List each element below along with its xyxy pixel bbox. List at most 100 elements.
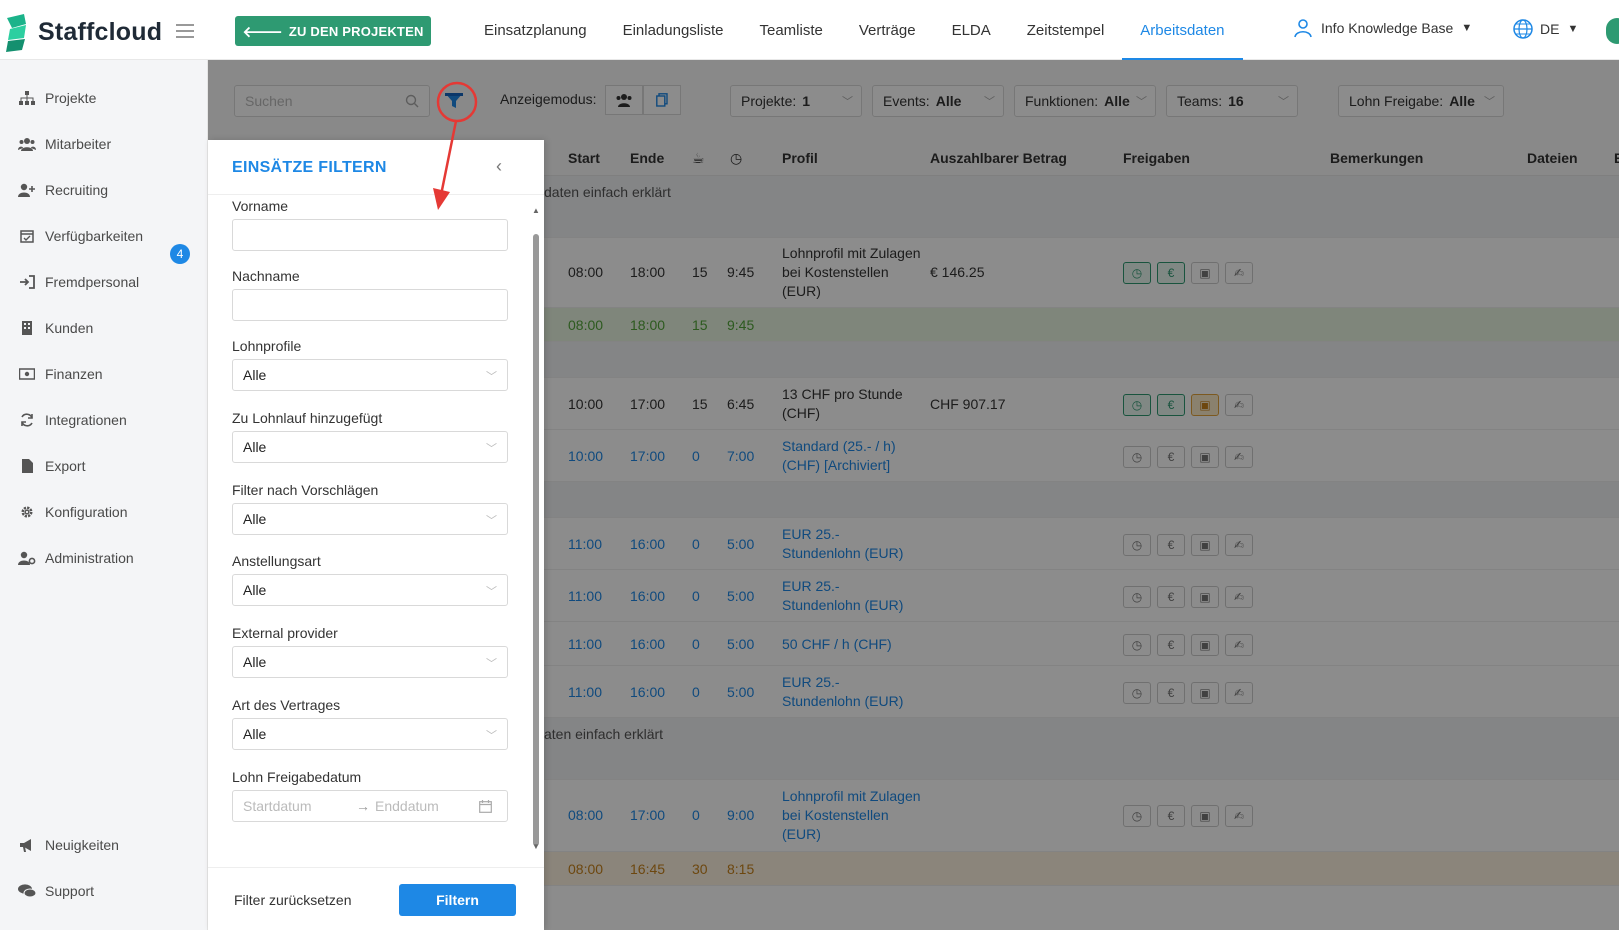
- wage-profiles-label: Lohnprofile: [232, 338, 302, 354]
- sitemap-icon: [18, 89, 36, 107]
- nav-vertraege[interactable]: Verträge: [841, 0, 934, 60]
- wage-profiles-select[interactable]: Alle ﹀: [232, 359, 508, 391]
- sign-in-icon: [18, 273, 36, 291]
- brand-name: Staffcloud: [38, 17, 163, 46]
- filter-panel: EINSÄTZE FILTERN ‹ Vorname Nachname Lohn…: [208, 140, 544, 930]
- sidebar-item-label: Support: [45, 883, 95, 899]
- sidebar-item-label: Kunden: [45, 320, 94, 336]
- first-name-label: Vorname: [232, 198, 289, 214]
- money-icon: [18, 365, 36, 383]
- sidebar-item-verfuegbarkeiten[interactable]: Verfügbarkeiten: [18, 224, 143, 248]
- chevron-down-icon: ﹀: [486, 730, 497, 742]
- users-icon: [18, 135, 36, 153]
- payroll-select[interactable]: Alle ﹀: [232, 431, 508, 463]
- panel-scrollbar[interactable]: ▲ ▼: [532, 206, 540, 856]
- sidebar-item-neuigkeiten[interactable]: Neuigkeiten: [18, 833, 119, 857]
- sidebar-item-label: Neuigkeiten: [45, 837, 119, 853]
- sidebar-item-label: Finanzen: [45, 366, 103, 382]
- sidebar-item-konfiguration[interactable]: Konfiguration: [18, 500, 128, 524]
- nav-teamliste[interactable]: Teamliste: [741, 0, 840, 60]
- scroll-up-icon[interactable]: ▲: [532, 206, 540, 215]
- employment-type-label: Anstellungsart: [232, 553, 321, 569]
- nav-einladungsliste[interactable]: Einladungsliste: [605, 0, 742, 60]
- reset-filter-button[interactable]: Filter zurücksetzen: [234, 892, 351, 908]
- chevron-down-icon: ﹀: [486, 371, 497, 383]
- scrollbar-thumb[interactable]: [533, 234, 539, 846]
- user-cog-icon: [18, 549, 36, 567]
- calendar-check-icon: [18, 227, 36, 245]
- sidebar-item-label: Integrationen: [45, 412, 127, 428]
- nav-einsatzplanung[interactable]: Einsatzplanung: [466, 0, 605, 60]
- user-plus-icon: [18, 181, 36, 199]
- globe-icon: [1513, 19, 1533, 39]
- sidebar-item-kunden[interactable]: Kunden: [18, 316, 93, 340]
- user-name: Info Knowledge Base: [1321, 20, 1454, 36]
- select-value: Alle: [243, 367, 267, 383]
- sidebar-item-finanzen[interactable]: Finanzen: [18, 362, 103, 386]
- scroll-down-icon[interactable]: ▼: [532, 842, 540, 851]
- sidebar-item-label: Mitarbeiter: [45, 136, 112, 152]
- select-value: Alle: [243, 726, 267, 742]
- staffcloud-logo-icon: [6, 14, 26, 52]
- chat-icon: [18, 882, 36, 900]
- user-icon: [1294, 19, 1312, 38]
- sidebar-item-label: Projekte: [45, 90, 97, 106]
- select-value: Alle: [243, 582, 267, 598]
- filter-panel-title: EINSÄTZE FILTERN: [232, 159, 387, 176]
- end-date-input[interactable]: Enddatum: [375, 798, 479, 814]
- suggestions-select[interactable]: Alle ﹀: [232, 503, 508, 535]
- chevron-left-icon[interactable]: ‹: [496, 156, 502, 177]
- arrow-right-icon: →: [356, 798, 370, 814]
- last-name-input[interactable]: [232, 289, 508, 321]
- sidebar-item-recruiting[interactable]: Recruiting: [18, 178, 108, 202]
- start-date-input[interactable]: Startdatum: [243, 798, 351, 814]
- language-selector[interactable]: DE ▼: [1512, 18, 1578, 40]
- building-icon: [18, 319, 36, 337]
- wage-release-date-range[interactable]: Startdatum → Enddatum: [232, 790, 508, 822]
- employment-type-select[interactable]: Alle ﹀: [232, 574, 508, 606]
- caret-down-icon: ▼: [1461, 22, 1473, 34]
- recruiting-count-badge: 4: [170, 244, 190, 264]
- back-to-projects-button[interactable]: 🡐 ZU DEN PROJEKTEN: [235, 16, 431, 46]
- sidebar-item-label: Konfiguration: [45, 504, 128, 520]
- sidebar-item-fremdpersonal[interactable]: Fremdpersonal: [18, 270, 139, 294]
- sidebar-item-label: Recruiting: [45, 182, 109, 198]
- megaphone-icon: [18, 836, 36, 854]
- chevron-down-icon: ﹀: [486, 586, 497, 598]
- user-menu[interactable]: Info Knowledge Base ▼: [1293, 18, 1472, 38]
- last-name-label: Nachname: [232, 268, 300, 284]
- first-name-input[interactable]: [232, 219, 508, 251]
- apply-filter-button[interactable]: Filtern: [399, 884, 516, 916]
- external-provider-select[interactable]: Alle ﹀: [232, 646, 508, 678]
- select-value: Alle: [243, 511, 267, 527]
- chevron-down-icon: ﹀: [486, 515, 497, 527]
- gear-icon: [18, 503, 36, 521]
- sidebar-item-mitarbeiter[interactable]: Mitarbeiter: [18, 132, 111, 156]
- nav-zeitstempel[interactable]: Zeitstempel: [1009, 0, 1123, 60]
- select-value: Alle: [243, 654, 267, 670]
- wage-release-date-label: Lohn Freigabedatum: [232, 769, 362, 785]
- sidebar-item-integrationen[interactable]: Integrationen: [18, 408, 127, 432]
- filter-panel-header: EINSÄTZE FILTERN ‹: [208, 140, 544, 195]
- sidebar: Projekte Mitarbeiter Recruiting 4 Verfüg…: [0, 60, 208, 930]
- suggestions-label: Filter nach Vorschlägen: [232, 482, 379, 498]
- nav-elda[interactable]: ELDA: [934, 0, 1009, 60]
- arrow-left-icon: 🡐: [242, 23, 283, 41]
- sidebar-item-label: Verfügbarkeiten: [45, 228, 144, 244]
- help-button[interactable]: [1606, 18, 1619, 44]
- filter-panel-footer: Filter zurücksetzen Filtern: [208, 867, 544, 930]
- top-navigation: Einsatzplanung Einladungsliste Teamliste…: [466, 0, 1243, 60]
- nav-arbeitsdaten[interactable]: Arbeitsdaten: [1122, 0, 1243, 60]
- contract-type-label: Art des Vertrages: [232, 697, 341, 713]
- contract-type-select[interactable]: Alle ﹀: [232, 718, 508, 750]
- sidebar-item-export[interactable]: Export: [18, 454, 85, 478]
- menu-toggle-icon[interactable]: [176, 24, 194, 38]
- sidebar-item-label: Export: [45, 458, 86, 474]
- sidebar-item-projekte[interactable]: Projekte: [18, 86, 96, 110]
- filter-panel-body: Vorname Nachname Lohnprofile Alle ﹀ Zu Lo…: [208, 195, 544, 865]
- logo[interactable]: Staffcloud: [4, 12, 162, 52]
- sidebar-item-label: Fremdpersonal: [45, 274, 140, 290]
- sidebar-item-administration[interactable]: Administration: [18, 546, 134, 570]
- sidebar-item-support[interactable]: Support: [18, 879, 94, 903]
- sidebar-item-label: Administration: [45, 550, 134, 566]
